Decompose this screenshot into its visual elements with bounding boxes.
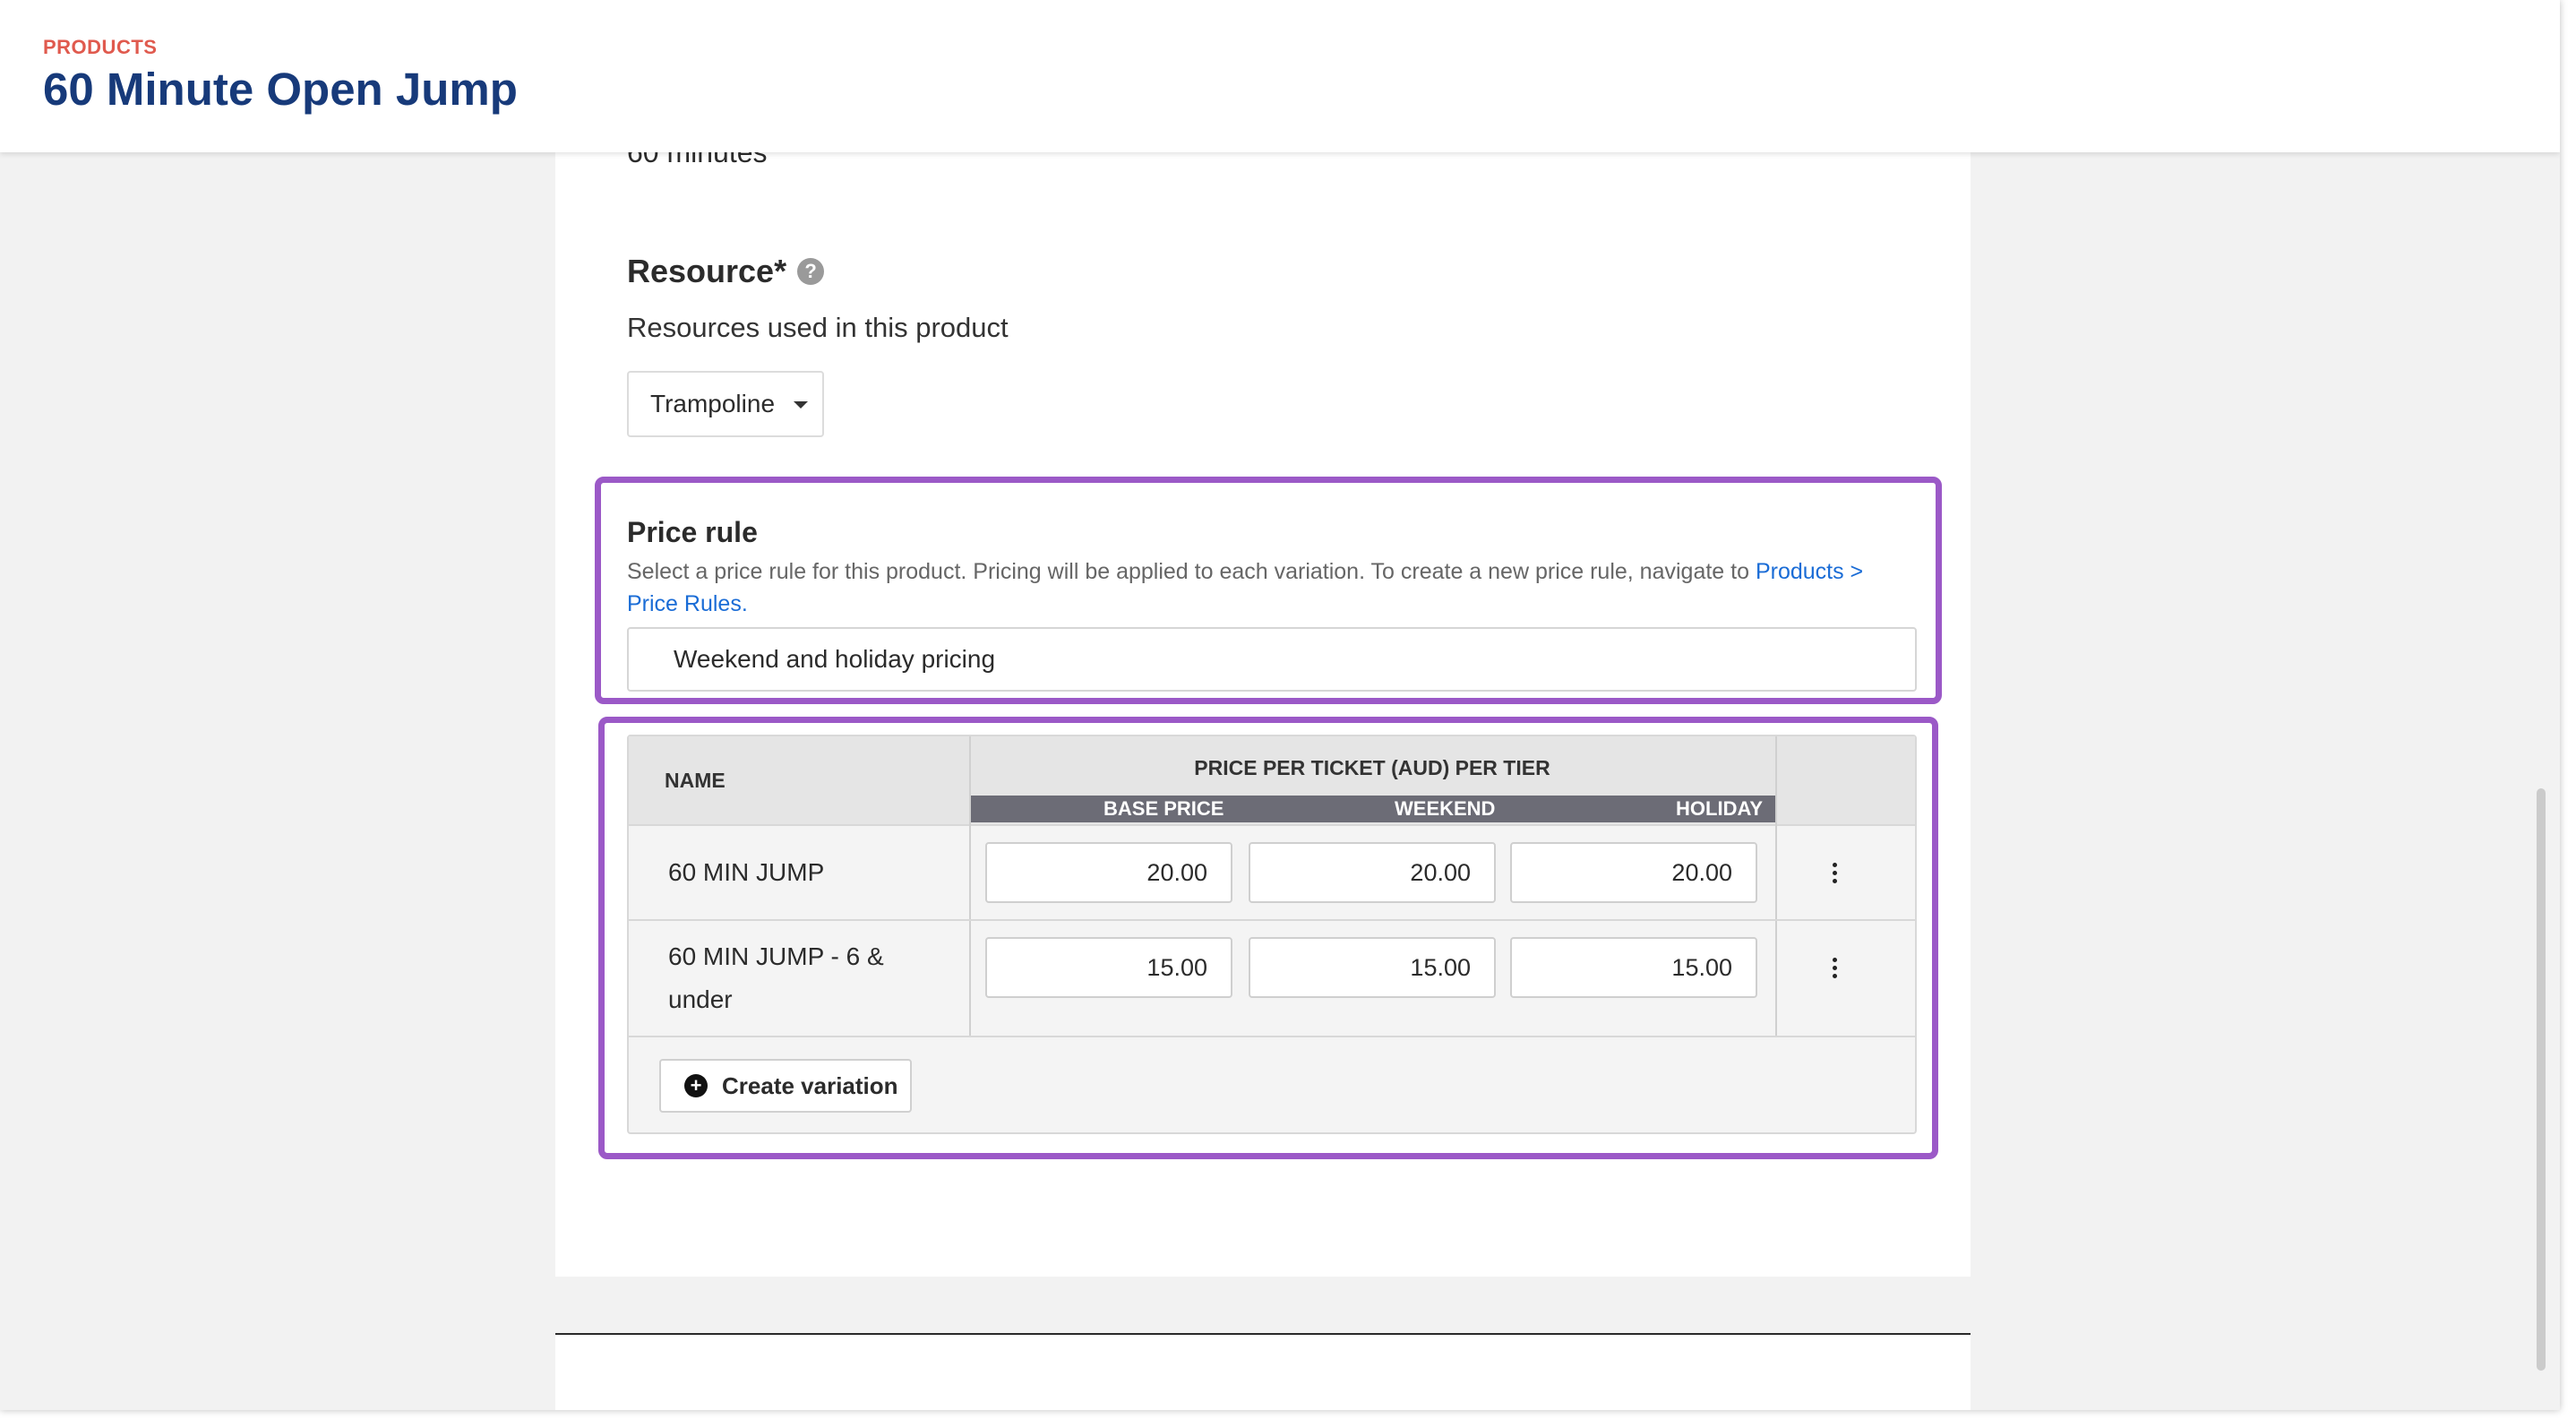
tier-weekend: WEEKEND [1395,797,1496,820]
variation-name: 60 MIN JUMP - 6 & under [668,942,884,1013]
tier-header-bar: BASE PRICE WEEKEND HOLIDAY [969,796,1775,822]
price-rule-description: Select a price rule for this product. Pr… [627,555,1917,620]
breadcrumb[interactable]: PRODUCTS [43,36,157,59]
price-rule-description-text: Select a price rule for this product. Pr… [627,559,1756,584]
resource-select[interactable]: Trampoline [627,371,824,437]
variations-table-header: NAME PRICE PER TICKET (AUD) PER TIER BAS… [629,736,1915,826]
holiday-price-input[interactable]: 20.00 [1510,842,1757,903]
row-menu-icon[interactable] [1816,855,1852,890]
tier-base-price: BASE PRICE [1103,797,1224,820]
resource-description: Resources used in this product [627,312,1009,343]
price-rule-value: Weekend and holiday pricing [674,645,996,673]
question-circle-icon[interactable]: ? [797,258,825,285]
create-variation-label: Create variation [722,1071,898,1099]
price-column-header: PRICE PER TICKET (AUD) PER TIER [1194,756,1550,779]
variation-name: 60 MIN JUMP [668,858,825,886]
weekend-price-input[interactable]: 15.00 [1249,937,1496,998]
page-title: 60 Minute Open Jump [43,64,518,115]
scrollbar[interactable] [2537,788,2546,1371]
price-rule-select[interactable]: Weekend and holiday pricing [627,627,1917,692]
holiday-price-input[interactable]: 15.00 [1510,937,1757,998]
resource-label: Resource* ? [627,253,825,290]
tier-holiday: HOLIDAY [1676,797,1763,820]
resource-select-value: Trampoline [650,390,776,417]
base-price-input[interactable]: 15.00 [985,937,1232,998]
table-row: 60 MIN JUMP - 6 & under 15.00 15.00 15.0… [629,921,1915,1037]
plus-circle-icon: + [684,1074,708,1097]
app-window: 60 minutes Resource* ? Resources used in… [0,0,2560,1410]
create-variation-button[interactable]: + Create variation [659,1059,912,1113]
table-row: 60 MIN JUMP 20.00 20.00 20.00 [629,826,1915,921]
row-menu-icon[interactable] [1816,950,1852,985]
resource-label-text: Resource* [627,253,787,289]
caret-down-icon [794,401,808,409]
base-price-input[interactable]: 20.00 [985,842,1232,903]
product-form: 60 minutes Resource* ? Resources used in… [555,0,1971,1277]
name-column-header: NAME [665,769,726,792]
page-header: PRODUCTS 60 Minute Open Jump [0,0,2560,152]
price-rules-link-period: . [741,591,748,616]
price-rule-title: Price rule [627,516,758,548]
next-section [555,1335,1971,1410]
weekend-price-input[interactable]: 20.00 [1249,842,1496,903]
variations-table: NAME PRICE PER TICKET (AUD) PER TIER BAS… [627,735,1917,1134]
